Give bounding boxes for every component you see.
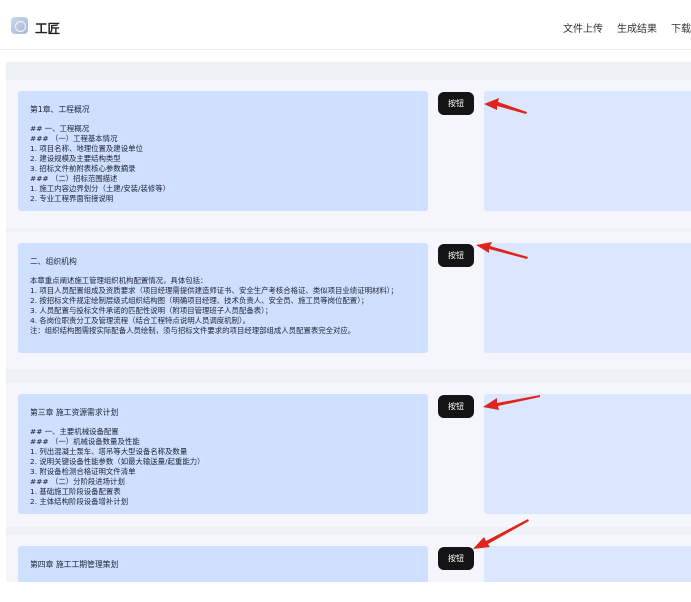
section-chapter-3: 第三章 施工资源需求计划 ## 一、主要机械设备配置 ### （一）机械设备数量… (6, 383, 691, 527)
chapter-1-outline-card: 第1章、工程概况 ## 一、工程概况 ### （一）工程基本情况 1. 项目名称… (18, 91, 428, 211)
chapter-3-title: 第三章 施工资源需求计划 (30, 408, 119, 417)
chapter-1-title: 第1章、工程概况 (30, 105, 90, 114)
organization-result-panel (484, 243, 691, 353)
outline-line: ### （二）分阶段进场计划 (30, 477, 125, 486)
outline-line: 本章重点阐述施工管理组织机构配置情况，具体包括： (30, 276, 208, 285)
nav-upload-file[interactable]: 文件上传 (563, 20, 603, 35)
section-chapter-1: 第1章、工程概况 ## 一、工程概况 ### （一）工程基本情况 1. 项目名称… (6, 80, 691, 228)
outline-line: 3. 附设备检测合格证明文件清单 (30, 467, 136, 476)
outline-line: 注：组织结构图需按实际配备人员绘制，须与招标文件要求的项目经理部组成人员配置表完… (30, 326, 356, 335)
outline-line: ### （二）招标范围描述 (30, 174, 118, 183)
outline-line: 1. 项目人员配置组成及资质要求（项目经理需提供建造师证书、安全生产考核合格证、… (30, 286, 398, 295)
chapter-4-outline-card: 第四章 施工工期管理策划 (18, 546, 428, 582)
chapter-4-result-panel (484, 546, 691, 582)
outline-line: 1. 列出混凝土泵车、塔吊等大型设备名称及数量 (30, 447, 188, 456)
section-organization: 二、组织机构 本章重点阐述施工管理组织机构配置情况，具体包括： 1. 项目人员配… (6, 232, 691, 369)
outline-line: 4. 各岗位职责分工及管理流程（结合工程特点说明人员调度机制）。 (30, 316, 251, 325)
organization-action-button[interactable]: 按钮 (438, 244, 474, 267)
organization-title: 二、组织机构 (30, 257, 77, 266)
chapter-3-result-panel (484, 394, 691, 514)
outline-line: 2. 主体结构阶段设备增补计划 (30, 497, 129, 506)
logo-icon (11, 17, 28, 34)
outline-line: ### （一）工程基本情况 (30, 134, 118, 143)
outline-line: 1. 施工内容边界划分（土建/安装/装修等） (30, 184, 171, 193)
outline-line: 2. 专业工程界面衔接说明 (30, 194, 114, 203)
brand-title: 工匠 (35, 21, 61, 36)
nav-download-result[interactable]: 下载结果 (671, 20, 691, 35)
outline-line: 1. 项目名称、地理位置及建设单位 (30, 144, 143, 153)
outline-line: 3. 招标文件前附表核心参数摘录 (30, 164, 136, 173)
outline-line: 1. 基础施工阶段设备配置表 (30, 487, 121, 496)
top-header: 工匠 文件上传 生成结果 下载结果 (0, 0, 691, 50)
section-chapter-4: 第四章 施工工期管理策划 按钮 (6, 535, 691, 582)
chapter-4-action-button[interactable]: 按钮 (438, 547, 474, 570)
outline-line: 2. 建设规模及主要结构类型 (30, 154, 121, 163)
outline-line: ### （一）机械设备数量及性能 (30, 437, 140, 446)
outline-line: 2. 说明关键设备性能参数（如最大输送量/起重能力） (30, 457, 205, 466)
chapter-3-outline-card: 第三章 施工资源需求计划 ## 一、主要机械设备配置 ### （一）机械设备数量… (18, 394, 428, 514)
outline-line: 3. 人员配置与投标文件承诺的匹配性说明（附项目管理班子人员配备表）； (30, 306, 273, 315)
chapter-1-result-panel (484, 91, 691, 211)
organization-outline-card: 二、组织机构 本章重点阐述施工管理组织机构配置情况，具体包括： 1. 项目人员配… (18, 243, 428, 353)
page-footer-space (0, 586, 691, 602)
nav-generate-result[interactable]: 生成结果 (617, 20, 657, 35)
chapter-4-title: 第四章 施工工期管理策划 (30, 560, 119, 569)
outline-line: 2. 按招标文件规定绘制层级式组织结构图（明确项目经理、技术负责人、安全员、施工… (30, 296, 369, 305)
main-content: 第1章、工程概况 ## 一、工程概况 ### （一）工程基本情况 1. 项目名称… (6, 62, 691, 582)
chapter-1-action-button[interactable]: 按钮 (438, 92, 474, 115)
outline-line: ## 一、工程概况 (30, 124, 90, 133)
outline-line: ## 一、主要机械设备配置 (30, 427, 119, 436)
chapter-3-action-button[interactable]: 按钮 (438, 395, 474, 418)
